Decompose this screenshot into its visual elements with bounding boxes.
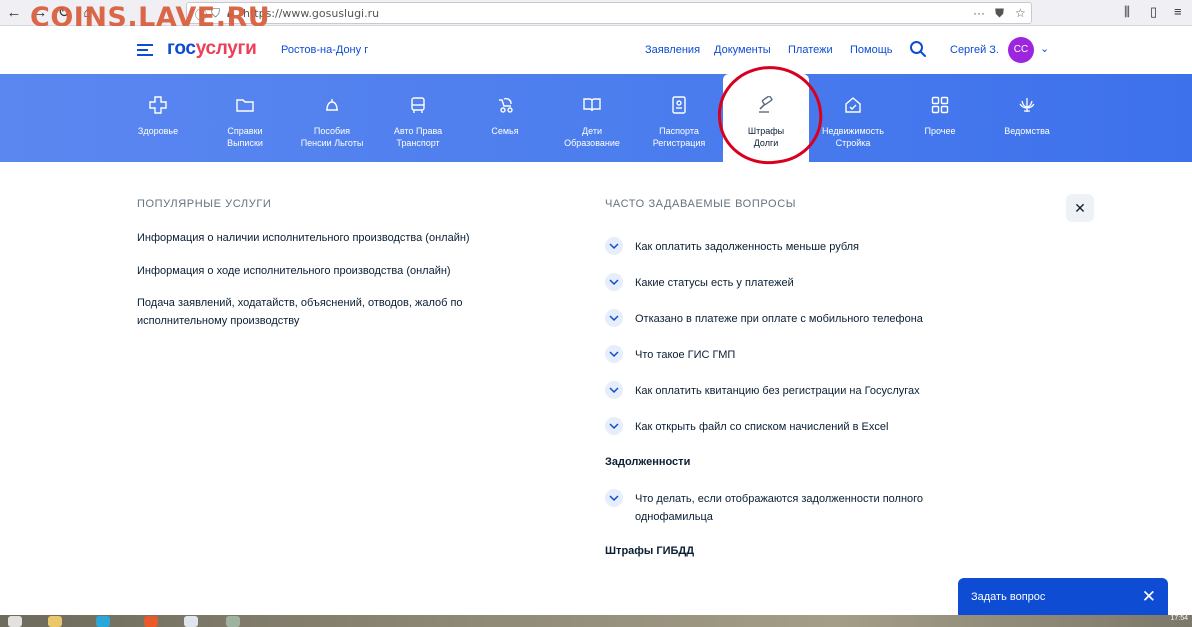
faq-title: ЧАСТО ЗАДАВАЕМЫЕ ВОПРОСЫ [605,198,797,210]
logo-part2: услуги [195,38,257,59]
app-icon[interactable] [184,616,198,627]
faq-question[interactable]: Что делать, если отображаются задолженно… [635,490,975,526]
logo[interactable]: госуслуги [167,38,257,60]
book-icon [583,98,601,112]
eagle-icon [1019,98,1035,112]
nav-link-documents[interactable]: Документы [714,44,771,56]
user-name[interactable]: Сергей З. [950,44,999,56]
firefox-icon[interactable] [144,616,158,627]
avatar[interactable]: СС [1008,37,1034,63]
faq-question[interactable]: Что такое ГИС ГМП [635,346,985,364]
popular-service-link[interactable]: Подача заявлений, ходатайств, объяснений… [137,294,507,330]
car-icon [411,97,425,113]
windows-start-icon[interactable] [8,616,22,627]
chevron-down-icon[interactable] [605,273,623,291]
faq-question[interactable]: Как оплатить квитанцию без регистрации н… [635,382,985,400]
nav-link-applications[interactable]: Заявления [645,44,700,56]
faq-question[interactable]: Отказано в платеже при оплате с мобильно… [635,310,985,328]
passport-icon [672,96,686,114]
stroller-icon [499,97,513,113]
faq-subhead-debts: Задолженности [605,456,691,468]
close-icon: ✕ [1074,200,1086,216]
close-button[interactable]: ✕ [1066,194,1094,222]
chevron-down-icon[interactable]: ⌄ [1040,42,1049,55]
faq-question[interactable]: Как оплатить задолженность меньше рубля [635,238,985,256]
category-family[interactable]: Семья [462,74,548,162]
chevron-down-icon[interactable] [605,237,623,255]
region-selector[interactable]: Ростов-на-Дону г [281,44,368,56]
menu-icon[interactable]: ≡ [1174,4,1182,19]
pocket-icon[interactable]: ⛊ [995,6,1004,21]
faq-question[interactable]: Какие статусы есть у платежей [635,274,985,292]
category-label: Прочее [924,126,956,136]
category-passports[interactable]: Паспорта Регистрация [636,74,722,162]
category-label: Дети Образование [564,126,620,148]
category-certificates[interactable]: Справки Выписки [202,74,288,162]
more-icon[interactable]: ··· [973,6,985,20]
address-bar[interactable]: ⓘ ⛉ 🔒︎ https://www.gosuslugi.ru ··· ⛊ ☆ [186,2,1032,24]
category-health[interactable]: Здоровье [115,74,201,162]
logo-part1: гос [167,38,196,59]
chevron-down-icon[interactable] [605,309,623,327]
category-band: Здоровье Справки Выписки Пособия Пенсии … [0,74,1192,162]
back-icon[interactable]: ← [4,3,24,23]
chevron-down-icon[interactable] [605,345,623,363]
os-taskbar: 17:54 [0,615,1192,627]
close-icon[interactable]: ✕ [1142,587,1156,607]
bookmark-star-icon[interactable]: ☆ [1015,6,1026,20]
plus-icon [149,96,167,114]
grid-icon [931,96,949,114]
category-realty[interactable]: Недвижимость Стройка [810,74,896,162]
nav-link-payments[interactable]: Платежи [788,44,833,56]
bell-icon [326,99,338,111]
ask-question-widget[interactable]: Задать вопрос ✕ [958,578,1168,618]
category-label: Справки Выписки [227,126,263,148]
chevron-down-icon[interactable] [605,381,623,399]
faq-question[interactable]: Как открыть файл со списком начислений в… [635,418,985,436]
search-icon[interactable] [909,40,927,58]
faq-subhead-traffic-fines: Штрафы ГИБДД [605,545,695,557]
popular-service-link[interactable]: Информация о наличии исполнительного про… [137,229,517,247]
house-icon [845,97,861,113]
library-icon[interactable]: ⫼ [1124,4,1130,20]
category-agencies[interactable]: Ведомства [984,74,1070,162]
category-label: Авто Права Транспорт [393,126,443,148]
category-children[interactable]: Дети Образование [549,74,635,162]
popular-service-link[interactable]: Информация о ходе исполнительного произв… [137,262,517,280]
sidebar-icon[interactable]: ▯ [1150,4,1157,20]
category-label: Семья [491,126,519,136]
category-label: Недвижимость Стройка [822,126,884,148]
site-header: госуслуги Ростов-на-Дону г Заявления Док… [0,26,1192,74]
category-label: Пособия Пенсии Льготы [300,126,364,148]
category-label: Ведомства [1004,126,1050,136]
clock: 17:54 [1170,615,1188,622]
burger-menu-icon[interactable] [137,44,153,56]
category-label: Здоровье [137,126,179,136]
category-label: Паспорта Регистрация [652,126,706,148]
folder-icon [236,99,254,112]
ask-question-label[interactable]: Задать вопрос [971,591,1045,603]
chevron-down-icon[interactable] [605,489,623,507]
file-explorer-icon[interactable] [48,616,62,627]
category-other[interactable]: Прочее [897,74,983,162]
popular-services-title: ПОПУЛЯРНЫЕ УСЛУГИ [137,198,272,210]
category-benefits[interactable]: Пособия Пенсии Льготы [289,74,375,162]
category-auto[interactable]: Авто Права Транспорт [375,74,461,162]
ie-icon[interactable] [96,616,110,627]
app-icon[interactable] [226,616,240,627]
nav-link-help[interactable]: Помощь [850,44,893,56]
chevron-down-icon[interactable] [605,417,623,435]
